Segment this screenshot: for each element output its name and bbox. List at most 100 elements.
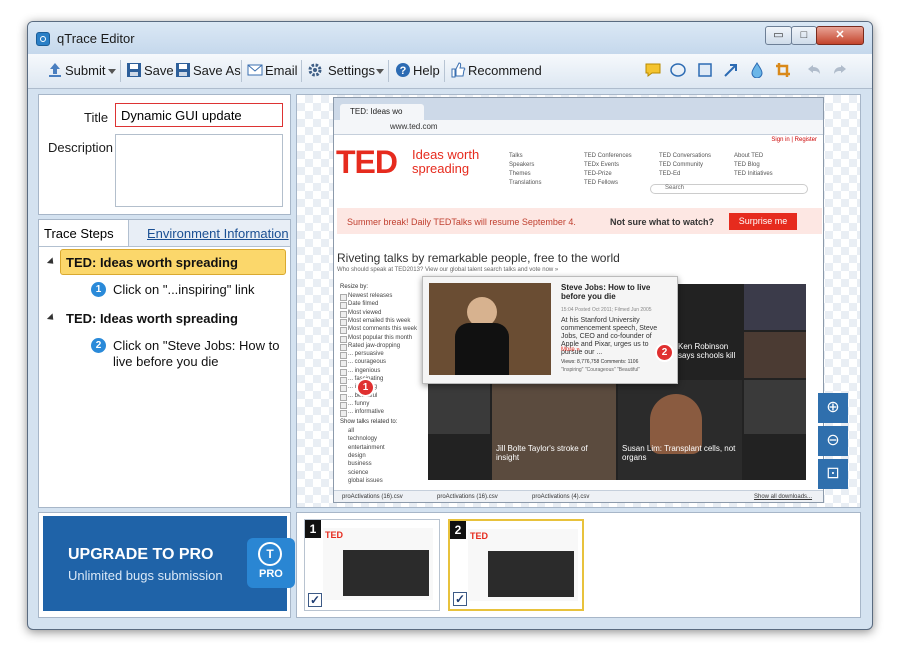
talk-thumbnail: Susan Lim: Transplant cells, not organs [618, 380, 742, 480]
collapse-arrow-icon[interactable] [46, 257, 57, 267]
comment-icon[interactable] [645, 62, 661, 78]
thumbnail-number: 1 [305, 520, 321, 538]
submit-dropdown-icon[interactable] [108, 69, 116, 74]
pro-badge: T PRO [247, 538, 295, 588]
resize-label: Resize by: [340, 284, 369, 290]
gear-icon [307, 62, 323, 78]
download-item: proActivations (16).csv [342, 494, 403, 500]
settings-dropdown-icon[interactable] [376, 69, 384, 74]
ted-search: Search [650, 184, 808, 194]
banner-question: Not sure what to watch? [610, 217, 715, 227]
talk-caption: Jill Bolte Taylor's stroke of insight [496, 444, 588, 462]
ted-nav-item: Themes [509, 171, 531, 177]
fit-to-window-button[interactable]: ⊡ [818, 459, 848, 489]
ted-filter-item: Most popular this month [348, 334, 413, 341]
ted-filter-checkbox [340, 302, 347, 310]
ted-banner: Summer break! Daily TEDTalks will resume… [337, 208, 822, 234]
crop-icon[interactable] [775, 62, 791, 78]
ted-nav-item: Talks [509, 153, 523, 159]
screenshot-thumbnail[interactable]: TED 1 ✓ [304, 519, 440, 611]
thumbnail-checkbox[interactable]: ✓ [453, 592, 467, 606]
ted-filter-checkbox [340, 385, 347, 393]
ted-nav-item: TED Blog [734, 162, 760, 168]
email-icon [247, 62, 263, 78]
trace-steps-panel: Trace Steps Environment Information TED:… [38, 219, 291, 508]
ted-filter-checkbox [340, 343, 347, 351]
ted-filter-checkbox [340, 368, 347, 376]
download-item: proActivations (16).csv [437, 494, 498, 500]
recommend-button[interactable]: Recommend [468, 63, 542, 78]
browser-tabbar: TED: Ideas wo [334, 98, 823, 120]
ted-tagline: Ideas worth spreading [412, 147, 480, 176]
ted-topic-item: all [348, 428, 355, 434]
arrow-icon[interactable] [723, 62, 739, 78]
tab-trace-steps[interactable]: Trace Steps [39, 220, 129, 246]
browser-address-row: www.ted.com [334, 120, 823, 135]
ted-filter-checkbox [340, 310, 347, 318]
title-input[interactable]: Dynamic GUI update [115, 103, 283, 127]
step-text[interactable]: Click on "...inspiring" link [113, 282, 254, 298]
step-text[interactable]: Click on "Steve Jobs: How to live before… [113, 338, 288, 370]
browser-tab: TED: Ideas wo [340, 104, 424, 120]
popup-tags: "Inspiring" "Courageous" "Beautiful" [561, 367, 641, 373]
window-title: qTrace Editor [57, 31, 135, 46]
ted-filter-item: ... funny [348, 400, 370, 407]
popup-more-link: More » [561, 347, 580, 353]
app-icon [36, 32, 50, 46]
ellipse-icon[interactable] [670, 62, 686, 78]
save-as-button[interactable]: Save As [193, 63, 241, 78]
thumbnail-number: 2 [450, 521, 466, 539]
ted-topic-item: design [348, 452, 366, 459]
ted-topic-item: science [348, 469, 369, 476]
screenshot-canvas[interactable]: TED: Ideas wo www.ted.com Sign in | Regi… [296, 94, 861, 508]
ted-nav-item: Speakers [509, 162, 535, 168]
zoom-in-button[interactable]: ⊕ [818, 393, 848, 423]
ted-filter-checkbox [340, 327, 347, 335]
ted-filter-checkbox [340, 294, 347, 301]
minimize-button[interactable]: ▭ [765, 26, 792, 45]
ted-filter-checkbox [340, 410, 347, 418]
toolbar: Submit Save Save As Email Settings ? Hel… [28, 54, 872, 89]
tab-environment-information[interactable]: Environment Information [147, 226, 289, 241]
title-bar: qTrace Editor ▭ □ ✕ [28, 22, 872, 54]
maximize-button[interactable]: □ [791, 26, 817, 45]
screenshot-thumbnail-selected[interactable]: TED 2 ✓ [448, 519, 584, 611]
annotation-marker-1[interactable]: 1 [356, 378, 375, 397]
banner-text: Summer break! Daily TEDTalks will resume… [347, 217, 576, 227]
talk-caption: Susan Lim: Transplant cells, not organs [622, 444, 736, 462]
ted-topic-item: technology [348, 436, 378, 443]
zoom-out-button[interactable]: ⊖ [818, 426, 848, 456]
talk-popup: Steve Jobs: How to live before you die 1… [422, 276, 678, 384]
ted-filter-item: ... ingenious [348, 367, 381, 374]
ted-filter-item: Newest releases [348, 293, 393, 299]
submit-button[interactable]: Submit [65, 63, 105, 78]
help-button[interactable]: Help [413, 63, 440, 78]
redo-icon[interactable] [832, 62, 848, 78]
upgrade-banner[interactable]: UPGRADE TO PRO Unlimited bugs submission… [43, 516, 295, 611]
promo-panel: UPGRADE TO PRO Unlimited bugs submission… [38, 512, 295, 618]
ted-filter-item: Date filmed [348, 301, 379, 308]
collapse-arrow-icon[interactable] [46, 313, 57, 323]
email-button[interactable]: Email [265, 63, 298, 78]
annotation-marker-2[interactable]: 2 [655, 343, 674, 362]
rectangle-icon[interactable] [697, 62, 713, 78]
step-group-title[interactable]: TED: Ideas worth spreading [66, 311, 238, 326]
undo-icon[interactable] [806, 62, 822, 78]
settings-button[interactable]: Settings [328, 63, 375, 78]
close-button[interactable]: ✕ [816, 26, 864, 45]
upgrade-title: UPGRADE TO PRO [68, 546, 214, 563]
ted-filter-item: ... courageous [348, 359, 387, 366]
blur-drop-icon[interactable] [749, 62, 765, 79]
download-item: proActivations (4).csv [532, 494, 590, 500]
step-number-badge: 2 [91, 338, 106, 353]
save-button[interactable]: Save [144, 63, 174, 78]
details-panel: Title Dynamic GUI update Description [38, 94, 291, 215]
save-as-icon [175, 62, 191, 78]
ted-nav-item: TEDx Events [584, 162, 620, 168]
thumbnail-checkbox[interactable]: ✓ [308, 593, 322, 607]
browser-downloads-bar: proActivations (16).csv proActivations (1… [334, 490, 823, 502]
description-field[interactable] [115, 134, 283, 207]
talk-caption: Ken Robinson says schools kill [678, 342, 736, 360]
ted-topic-item: entertainment [348, 444, 385, 451]
help-icon: ? [395, 62, 411, 78]
